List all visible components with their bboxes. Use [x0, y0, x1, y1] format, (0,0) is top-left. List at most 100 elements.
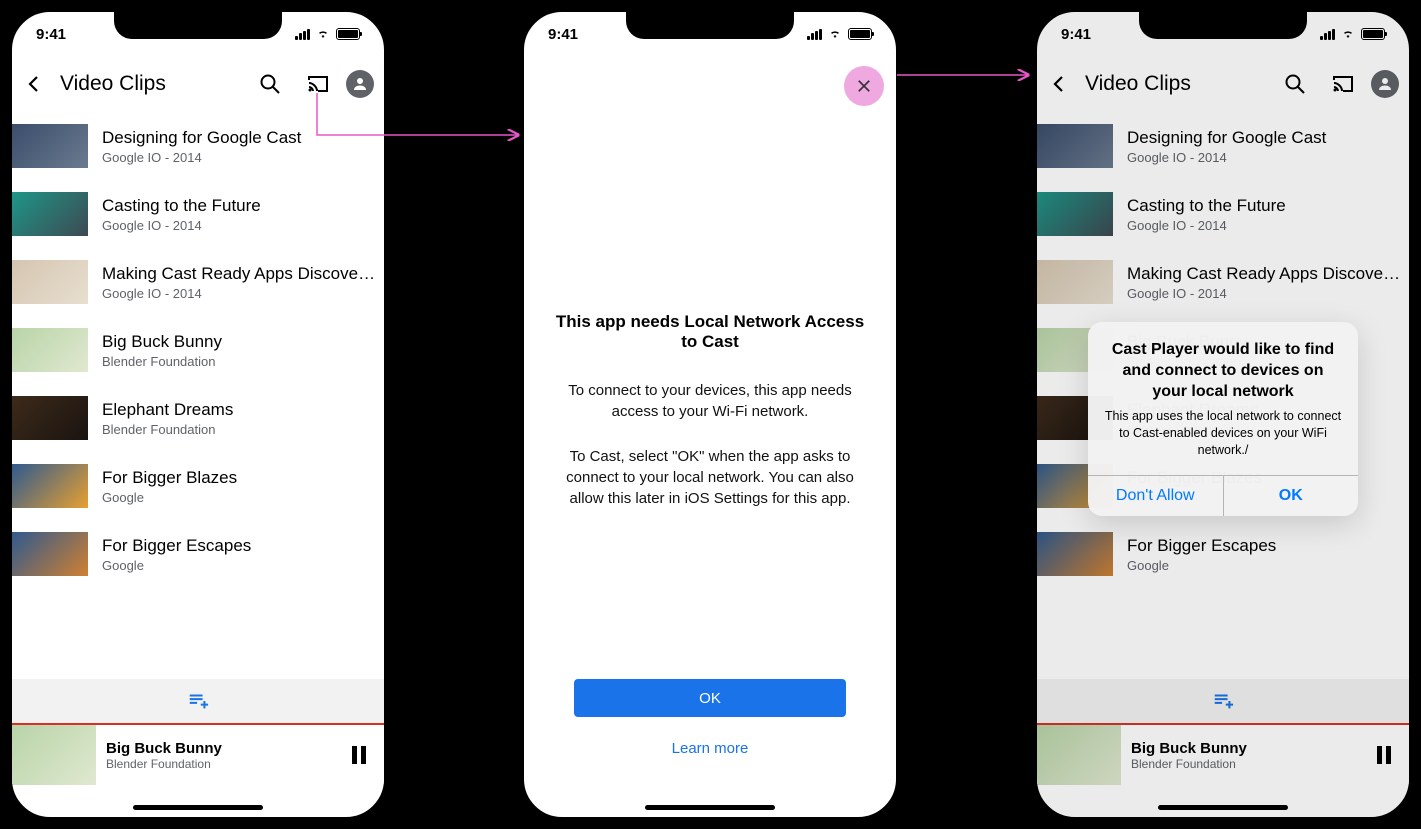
video-title: Big Buck Bunny — [102, 332, 380, 352]
list-item[interactable]: Making Cast Ready Apps Discoverable Googl… — [12, 248, 384, 316]
battery-icon — [848, 28, 872, 40]
video-subtitle: Google IO - 2014 — [1127, 218, 1405, 233]
account-avatar-icon[interactable] — [1371, 70, 1399, 98]
video-subtitle: Google IO - 2014 — [1127, 150, 1405, 165]
video-thumb — [1037, 124, 1113, 168]
clock: 9:41 — [1061, 26, 1091, 43]
video-title: Designing for Google Cast — [102, 128, 380, 148]
phone-screen-1: 9:41 Video Clips Designing for Google Ca… — [2, 2, 394, 827]
account-avatar-icon[interactable] — [346, 70, 374, 98]
list-item[interactable]: Casting to the Future Google IO - 2014 — [12, 180, 384, 248]
home-indicator[interactable] — [133, 805, 263, 810]
clock: 9:41 — [36, 26, 66, 43]
video-title: For Bigger Escapes — [102, 536, 380, 556]
video-thumb — [1037, 260, 1113, 304]
video-title: Designing for Google Cast — [1127, 128, 1405, 148]
video-title: For Bigger Escapes — [1127, 536, 1405, 556]
video-subtitle: Google IO - 2014 — [102, 286, 380, 301]
playlist-add-icon — [187, 690, 209, 712]
list-item[interactable]: Casting to the Future Google IO - 2014 — [1037, 180, 1409, 248]
video-subtitle: Google — [1127, 558, 1405, 573]
video-title: Elephant Dreams — [102, 400, 380, 420]
alert-deny-button[interactable]: Don't Allow — [1088, 476, 1224, 516]
wifi-icon — [1340, 28, 1356, 40]
video-subtitle: Google IO - 2014 — [102, 218, 380, 233]
list-item[interactable]: Big Buck Bunny Blender Foundation — [12, 316, 384, 384]
alert-title: Cast Player would like to find and conne… — [1088, 322, 1358, 404]
video-title: Casting to the Future — [1127, 196, 1405, 216]
clock: 9:41 — [548, 26, 578, 43]
info-paragraph-1: To connect to your devices, this app nee… — [558, 380, 862, 422]
list-item[interactable]: Elephant Dreams Blender Foundation — [12, 384, 384, 452]
video-thumb — [1037, 192, 1113, 236]
close-icon — [855, 77, 873, 95]
video-thumb — [12, 464, 88, 508]
now-playing-thumb — [12, 725, 96, 785]
video-thumb — [12, 396, 88, 440]
now-playing-subtitle: Blender Foundation — [106, 757, 342, 771]
video-thumb — [12, 124, 88, 168]
cellular-signal-icon — [807, 29, 822, 40]
notch — [114, 11, 282, 39]
search-icon[interactable] — [258, 72, 282, 96]
alert-message: This app uses the local network to conne… — [1088, 404, 1358, 475]
back-icon[interactable] — [1047, 72, 1071, 96]
info-paragraph-2: To Cast, select "OK" when the app asks t… — [558, 446, 862, 509]
wifi-icon — [315, 28, 331, 40]
video-subtitle: Google — [102, 558, 380, 573]
app-header: Video Clips — [12, 56, 384, 112]
list-item[interactable]: For Bigger Escapes Google — [1037, 520, 1409, 588]
pause-icon[interactable] — [1377, 746, 1391, 764]
list-item[interactable]: Making Cast Ready Apps DiscoverableGoogl… — [1037, 248, 1409, 316]
ok-button[interactable]: OK — [574, 679, 846, 717]
now-playing-bar[interactable]: Big Buck Bunny Blender Foundation — [1037, 723, 1409, 785]
learn-more-link[interactable]: Learn more — [524, 740, 896, 757]
cast-icon[interactable] — [306, 72, 330, 96]
info-sheet-body: This app needs Local Network Access to C… — [524, 312, 896, 533]
playlist-add-icon — [1212, 690, 1234, 712]
queue-bar[interactable] — [12, 679, 384, 723]
system-alert: Cast Player would like to find and conne… — [1088, 322, 1358, 516]
queue-bar[interactable] — [1037, 679, 1409, 723]
list-item[interactable]: For Bigger BlazesGoogle — [12, 452, 384, 520]
info-sheet-title: This app needs Local Network Access to C… — [548, 312, 872, 352]
app-header: Video Clips — [1037, 56, 1409, 112]
list-item[interactable]: Designing for Google Cast Google IO - 201… — [1037, 112, 1409, 180]
list-item[interactable]: Designing for Google Cast Google IO - 201… — [12, 112, 384, 180]
video-thumb — [12, 532, 88, 576]
video-thumb — [1037, 532, 1113, 576]
now-playing-thumb — [1037, 725, 1121, 785]
cellular-signal-icon — [1320, 29, 1335, 40]
list-item[interactable]: For Bigger Escapes Google — [12, 520, 384, 588]
cellular-signal-icon — [295, 29, 310, 40]
phone-screen-2: 9:41 This app needs Local Network Access… — [514, 2, 906, 827]
cast-icon[interactable] — [1331, 72, 1355, 96]
back-icon[interactable] — [22, 72, 46, 96]
alert-allow-button[interactable]: OK — [1224, 476, 1359, 516]
video-title: For Bigger Blazes — [102, 468, 380, 488]
battery-icon — [336, 28, 360, 40]
video-subtitle: Blender Foundation — [102, 354, 380, 369]
video-subtitle: Google IO - 2014 — [102, 150, 380, 165]
pause-icon[interactable] — [352, 746, 366, 764]
now-playing-title: Big Buck Bunny — [106, 740, 342, 757]
video-title: Casting to the Future — [102, 196, 380, 216]
video-title: Making Cast Ready Apps Discoverable — [102, 264, 380, 284]
video-thumb — [12, 260, 88, 304]
now-playing-subtitle: Blender Foundation — [1131, 757, 1367, 771]
phone-screen-3: 9:41 Video Clips Designing for Google Ca… — [1027, 2, 1419, 827]
battery-icon — [1361, 28, 1385, 40]
home-indicator[interactable] — [645, 805, 775, 810]
video-subtitle: Google IO - 2014 — [1127, 286, 1405, 301]
now-playing-bar[interactable]: Big Buck Bunny Blender Foundation — [12, 723, 384, 785]
video-subtitle: Blender Foundation — [102, 422, 380, 437]
search-icon[interactable] — [1283, 72, 1307, 96]
video-thumb — [12, 328, 88, 372]
notch — [626, 11, 794, 39]
home-indicator[interactable] — [1158, 805, 1288, 810]
now-playing-title: Big Buck Bunny — [1131, 740, 1367, 757]
notch — [1139, 11, 1307, 39]
video-thumb — [12, 192, 88, 236]
close-button[interactable] — [844, 66, 884, 106]
wifi-icon — [827, 28, 843, 40]
